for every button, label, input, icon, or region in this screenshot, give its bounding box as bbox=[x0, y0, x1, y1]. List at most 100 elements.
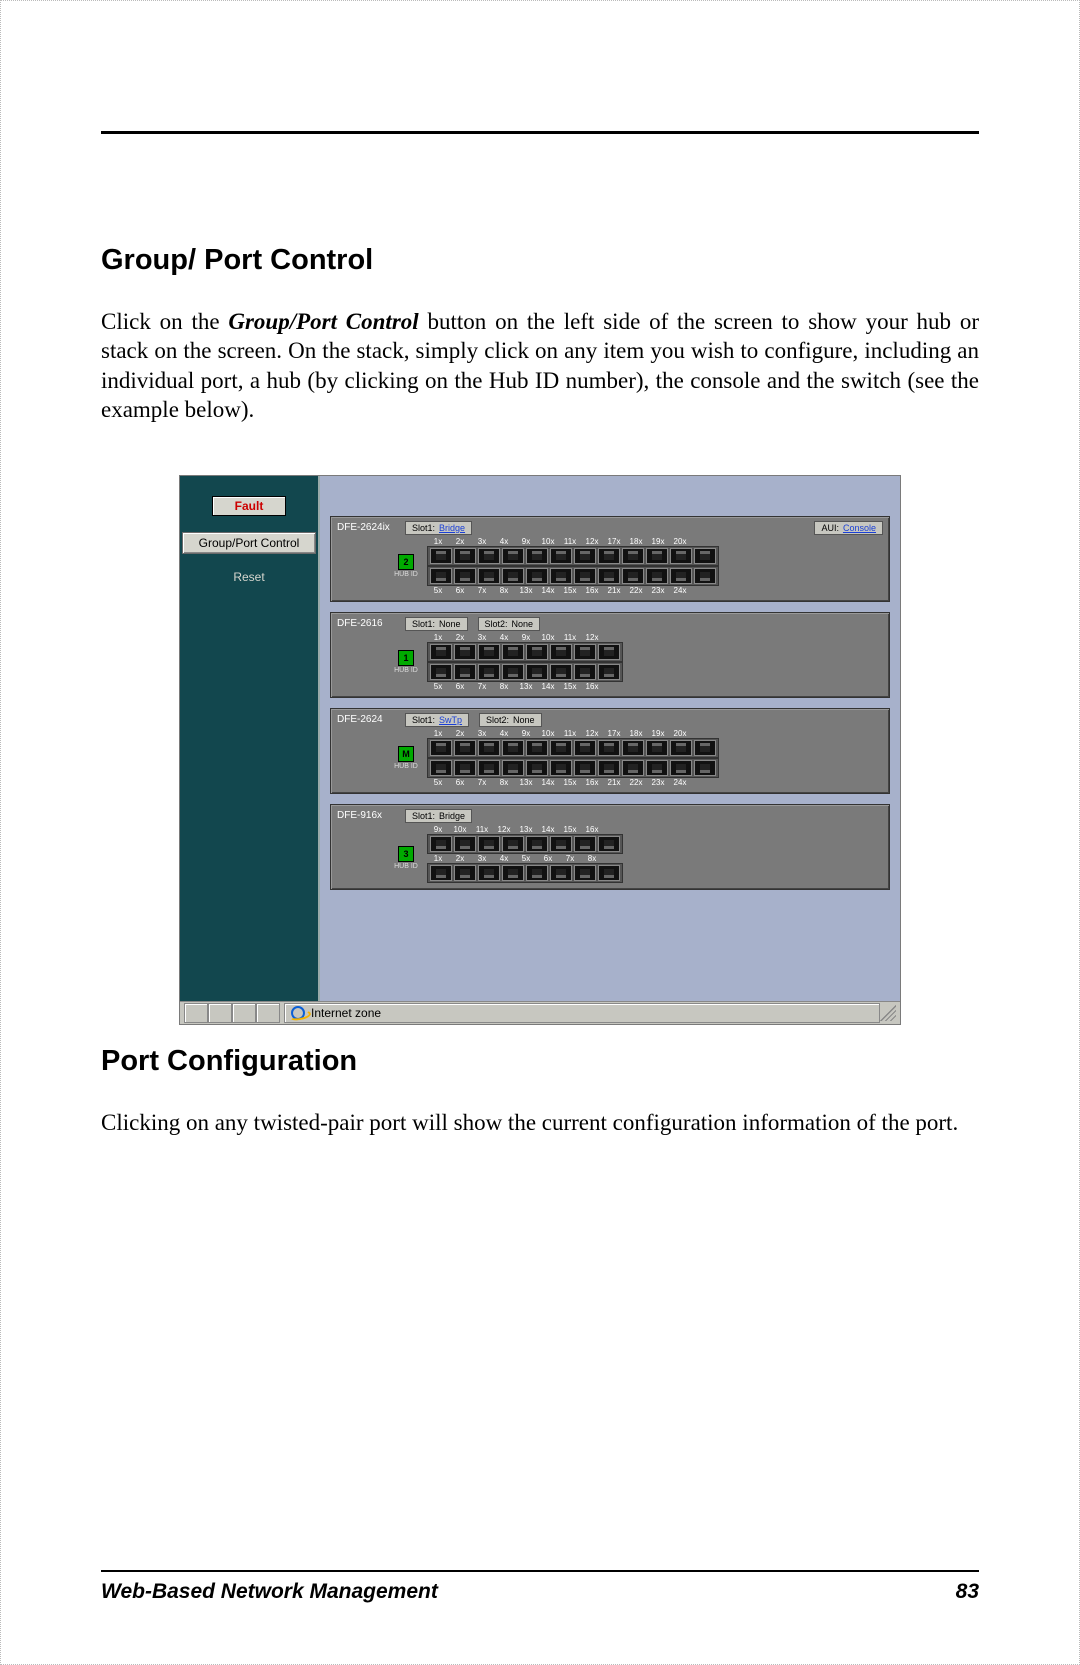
reset-button[interactable]: Reset bbox=[233, 570, 264, 584]
port-jack[interactable] bbox=[526, 664, 548, 680]
port-jack[interactable] bbox=[430, 644, 452, 660]
port-jack[interactable] bbox=[502, 865, 524, 881]
port-jack[interactable] bbox=[598, 740, 620, 756]
port-jack[interactable] bbox=[694, 568, 716, 584]
port-number-label: 10x bbox=[537, 633, 559, 642]
port-jack[interactable] bbox=[694, 740, 716, 756]
port-jack[interactable] bbox=[550, 644, 572, 660]
slot-value[interactable]: SwTp bbox=[439, 715, 462, 725]
port-jack[interactable] bbox=[646, 548, 668, 564]
port-number-label: 15x bbox=[559, 586, 581, 595]
group-port-control-button[interactable]: Group/Port Control bbox=[182, 532, 316, 554]
port-jack[interactable] bbox=[622, 548, 644, 564]
port-jack[interactable] bbox=[646, 568, 668, 584]
port-block: 1x2x3x4x9x10x11x12x1HUB ID5x6x7x8x13x14x… bbox=[393, 633, 883, 691]
port-jack[interactable] bbox=[430, 836, 452, 852]
port-jack[interactable] bbox=[598, 836, 620, 852]
port-jack[interactable] bbox=[430, 740, 452, 756]
slot-chip[interactable]: Slot1: SwTp bbox=[405, 713, 469, 727]
port-jack[interactable] bbox=[478, 568, 500, 584]
port-jack[interactable] bbox=[646, 740, 668, 756]
hub-id-button[interactable]: 3 bbox=[398, 846, 414, 862]
port-jack[interactable] bbox=[454, 644, 476, 660]
hub-id-button[interactable]: M bbox=[398, 746, 414, 762]
port-jack[interactable] bbox=[502, 836, 524, 852]
port-jack[interactable] bbox=[622, 760, 644, 776]
port-jack[interactable] bbox=[454, 740, 476, 756]
port-jack[interactable] bbox=[526, 740, 548, 756]
aui-chip[interactable]: AUI: Console bbox=[814, 521, 883, 535]
port-jack[interactable] bbox=[574, 568, 596, 584]
port-jack[interactable] bbox=[694, 760, 716, 776]
port-jack[interactable] bbox=[670, 760, 692, 776]
port-jack[interactable] bbox=[478, 836, 500, 852]
port-jack[interactable] bbox=[550, 836, 572, 852]
port-jack[interactable] bbox=[526, 644, 548, 660]
port-jack[interactable] bbox=[574, 548, 596, 564]
port-jack[interactable] bbox=[502, 664, 524, 680]
port-jack[interactable] bbox=[430, 760, 452, 776]
slot-chip[interactable]: Slot1: Bridge bbox=[405, 521, 472, 535]
port-number-label: 13x bbox=[515, 778, 537, 787]
port-jack[interactable] bbox=[430, 548, 452, 564]
port-jack[interactable] bbox=[430, 664, 452, 680]
port-jack[interactable] bbox=[670, 568, 692, 584]
port-jack[interactable] bbox=[550, 568, 572, 584]
slot-value[interactable]: Bridge bbox=[439, 523, 465, 533]
port-jack[interactable] bbox=[550, 760, 572, 776]
port-jack[interactable] bbox=[598, 664, 620, 680]
port-jack[interactable] bbox=[526, 548, 548, 564]
port-jack[interactable] bbox=[454, 760, 476, 776]
port-jack[interactable] bbox=[454, 865, 476, 881]
port-jack[interactable] bbox=[622, 740, 644, 756]
port-jack[interactable] bbox=[574, 865, 596, 881]
port-jack[interactable] bbox=[550, 865, 572, 881]
port-jack[interactable] bbox=[502, 644, 524, 660]
port-jack[interactable] bbox=[478, 664, 500, 680]
port-jack[interactable] bbox=[478, 644, 500, 660]
port-jack[interactable] bbox=[598, 644, 620, 660]
port-jack[interactable] bbox=[598, 760, 620, 776]
port-number-label: 22x bbox=[625, 586, 647, 595]
port-jack[interactable] bbox=[598, 865, 620, 881]
port-jack[interactable] bbox=[502, 740, 524, 756]
port-number-label: 5x bbox=[515, 854, 537, 863]
port-number-label: 20x bbox=[669, 537, 691, 546]
port-jack[interactable] bbox=[502, 760, 524, 776]
port-jack[interactable] bbox=[478, 548, 500, 564]
port-jack[interactable] bbox=[478, 865, 500, 881]
aui-value[interactable]: Console bbox=[843, 523, 876, 533]
port-jack[interactable] bbox=[694, 548, 716, 564]
port-jack[interactable] bbox=[622, 568, 644, 584]
port-jack[interactable] bbox=[670, 548, 692, 564]
hub-id-button[interactable]: 1 bbox=[398, 650, 414, 666]
slot-label: Slot1: bbox=[412, 715, 435, 725]
port-jack[interactable] bbox=[574, 644, 596, 660]
port-jack[interactable] bbox=[454, 568, 476, 584]
port-jack[interactable] bbox=[598, 548, 620, 564]
port-jack[interactable] bbox=[454, 548, 476, 564]
port-jack[interactable] bbox=[454, 836, 476, 852]
port-jack[interactable] bbox=[430, 568, 452, 584]
port-jack[interactable] bbox=[526, 836, 548, 852]
port-jack[interactable] bbox=[574, 740, 596, 756]
hub-id-button[interactable]: 2 bbox=[398, 554, 414, 570]
port-jack[interactable] bbox=[550, 548, 572, 564]
port-jack[interactable] bbox=[550, 664, 572, 680]
port-jack[interactable] bbox=[430, 865, 452, 881]
port-jack[interactable] bbox=[670, 740, 692, 756]
port-jack[interactable] bbox=[598, 568, 620, 584]
port-jack[interactable] bbox=[502, 568, 524, 584]
port-jack[interactable] bbox=[574, 664, 596, 680]
port-jack[interactable] bbox=[502, 548, 524, 564]
port-jack[interactable] bbox=[526, 865, 548, 881]
port-jack[interactable] bbox=[526, 760, 548, 776]
port-jack[interactable] bbox=[574, 760, 596, 776]
port-jack[interactable] bbox=[478, 740, 500, 756]
port-jack[interactable] bbox=[550, 740, 572, 756]
port-jack[interactable] bbox=[574, 836, 596, 852]
port-jack[interactable] bbox=[646, 760, 668, 776]
port-jack[interactable] bbox=[478, 760, 500, 776]
port-jack[interactable] bbox=[526, 568, 548, 584]
port-jack[interactable] bbox=[454, 664, 476, 680]
